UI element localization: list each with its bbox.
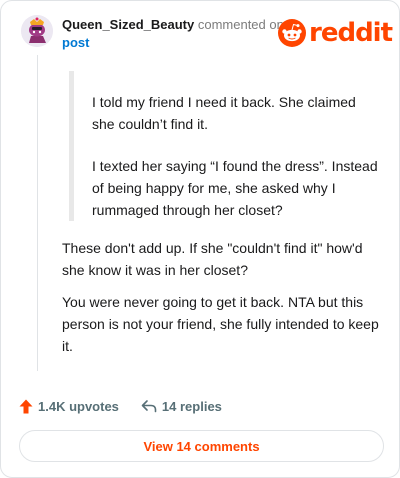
thread-line[interactable] [37, 55, 38, 371]
logo-wordmark: reddit [309, 18, 393, 48]
snoo-avatar-icon [21, 15, 53, 47]
snoo-logo-icon [278, 19, 306, 47]
quote-paragraph: I told my friend I need it back. She cla… [92, 94, 356, 132]
reddit-logo[interactable]: reddit [278, 18, 393, 48]
reply-arrow-icon [141, 400, 157, 413]
quote-paragraph: I texted her saying “I found the dress”.… [92, 158, 378, 218]
avatar[interactable] [21, 15, 53, 47]
upvote-arrow-icon [19, 399, 33, 413]
upvote-button[interactable]: 1.4K upvotes [19, 399, 119, 414]
blockquote: I told my friend I need it back. She cla… [92, 91, 382, 221]
quote-bar [69, 71, 74, 221]
comment-paragraph: You were never going to get it back. NTA… [62, 294, 379, 354]
upvote-count: 1.4K upvotes [38, 398, 119, 414]
embedded-comment-card: Queen_Sized_Beauty commented on post red… [0, 0, 400, 478]
replies-button[interactable]: 14 replies [141, 399, 222, 414]
replies-count: 14 replies [161, 398, 222, 414]
comment-body: These don't add up. If she "couldn't fin… [62, 237, 382, 357]
comment-header: Queen_Sized_Beauty commented on [62, 17, 284, 33]
comment-actions: 1.4K upvotes 14 replies [19, 395, 222, 417]
view-comments-button[interactable]: View 14 comments [19, 430, 384, 462]
post-link[interactable]: post [62, 35, 89, 51]
commented-on-label: commented on [197, 17, 284, 32]
comment-paragraph: These don't add up. If she "couldn't fin… [62, 240, 363, 278]
username-link[interactable]: Queen_Sized_Beauty [62, 17, 194, 32]
